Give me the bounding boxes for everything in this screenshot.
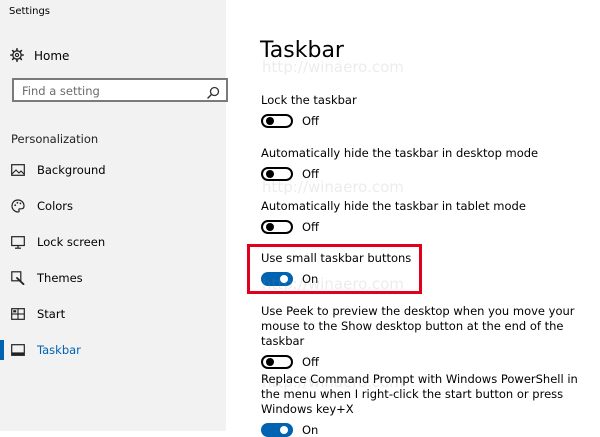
toggle-state: Off: [302, 355, 319, 369]
setting-label: Use Peek to preview the desktop when you…: [261, 304, 575, 348]
highlight-box: [247, 244, 422, 294]
search-input[interactable]: Find a setting: [12, 78, 228, 102]
toggle-knob: [280, 426, 288, 434]
setting-autohide-tablet: Automatically hide the taskbar in tablet…: [261, 199, 526, 234]
search-placeholder: Find a setting: [22, 84, 100, 98]
sidebar-item-themes[interactable]: Themes: [0, 268, 226, 288]
active-indicator: [0, 340, 4, 360]
sidebar-item-label: Start: [37, 307, 66, 321]
sidebar-item-background[interactable]: Background: [0, 160, 226, 180]
home-link[interactable]: Home: [10, 46, 69, 66]
setting-lock-taskbar: Lock the taskbar Off: [261, 93, 357, 128]
lock-taskbar-toggle[interactable]: [261, 114, 293, 128]
toggle-state: Off: [302, 114, 319, 128]
toggle-state: Off: [302, 220, 319, 234]
sidebar-item-colors[interactable]: Colors: [0, 196, 226, 216]
sidebar: Settings Home Find a setting Personaliza…: [0, 0, 228, 431]
sidebar-item-taskbar[interactable]: Taskbar: [0, 340, 226, 360]
autohide-tablet-toggle[interactable]: [261, 220, 293, 234]
palette-icon: [5, 199, 31, 213]
setting-label: Lock the taskbar: [261, 93, 357, 107]
brush-icon: [5, 271, 31, 285]
setting-label: Automatically hide the taskbar in tablet…: [261, 199, 526, 213]
toggle-state: On: [302, 423, 319, 437]
sidebar-item-label: Themes: [37, 271, 83, 285]
setting-label: Automatically hide the taskbar in deskto…: [261, 146, 539, 160]
toggle-knob: [266, 358, 274, 366]
monitor-icon: [5, 235, 31, 249]
picture-icon: [5, 164, 31, 176]
taskbar-icon: [5, 344, 31, 356]
toggle-knob: [266, 117, 274, 125]
page-title: Taskbar: [260, 38, 344, 63]
toggle-knob: [266, 170, 274, 178]
section-title: Personalization: [11, 132, 99, 146]
start-grid-icon: [5, 308, 31, 320]
powershell-toggle[interactable]: [261, 423, 293, 437]
peek-toggle[interactable]: [261, 355, 293, 369]
autohide-desktop-toggle[interactable]: [261, 167, 293, 181]
sidebar-item-label: Taskbar: [37, 343, 81, 357]
search-icon[interactable]: [207, 84, 220, 103]
sidebar-item-lock-screen[interactable]: Lock screen: [0, 232, 226, 252]
window-title: Settings: [9, 6, 51, 17]
sidebar-item-label: Colors: [37, 199, 74, 213]
sidebar-item-start[interactable]: Start: [0, 304, 226, 324]
home-label: Home: [34, 49, 70, 63]
sidebar-item-label: Background: [37, 163, 106, 177]
setting-label: Replace Command Prompt with Windows Powe…: [261, 372, 578, 416]
main-pane: Taskbar Lock the taskbar Off Automatical…: [226, 0, 600, 437]
setting-powershell: Replace Command Prompt with Windows Powe…: [261, 372, 596, 437]
toggle-state: Off: [302, 167, 319, 181]
sidebar-item-label: Lock screen: [37, 235, 106, 249]
gear-icon: [10, 47, 24, 65]
setting-autohide-desktop: Automatically hide the taskbar in deskto…: [261, 146, 538, 181]
toggle-knob: [266, 223, 274, 231]
setting-peek: Use Peek to preview the desktop when you…: [261, 304, 596, 369]
